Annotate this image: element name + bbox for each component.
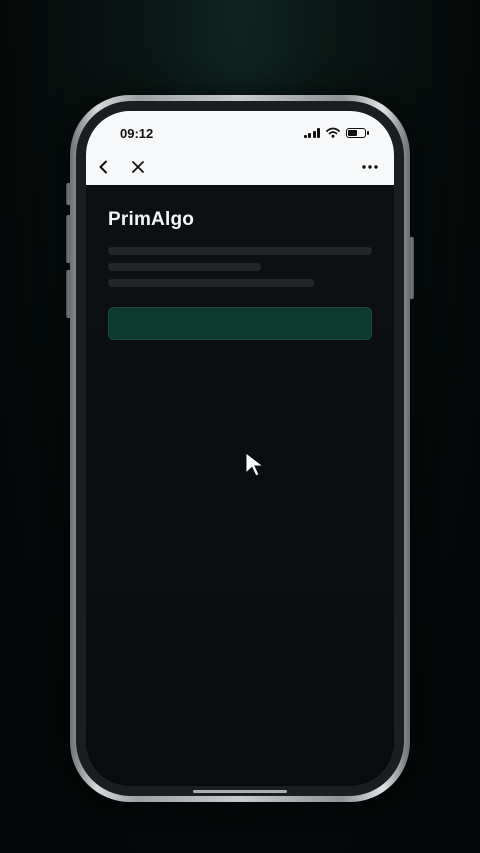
chevron-left-icon — [99, 160, 107, 174]
battery-level — [348, 129, 357, 136]
skeleton-line — [108, 279, 314, 287]
more-horizontal-icon — [362, 165, 378, 169]
page-content: PrimAlgo — [86, 185, 394, 786]
stage: 09:12 PrimAlgo — [0, 0, 480, 853]
cellular-signal-icon — [303, 127, 320, 138]
browser-nav — [86, 155, 394, 183]
browser-header: 09:12 — [86, 111, 394, 185]
skeleton-line — [108, 263, 261, 271]
phone-frame: 09:12 PrimAlgo — [70, 95, 410, 802]
wifi-icon — [326, 127, 340, 138]
close-button[interactable] — [126, 155, 150, 179]
home-indicator — [193, 790, 287, 793]
back-button[interactable] — [92, 155, 116, 179]
status-time: 09:12 — [120, 126, 154, 141]
phone-screen: 09:12 PrimAlgo — [86, 111, 394, 786]
status-icons — [303, 127, 369, 138]
close-icon — [132, 161, 144, 173]
skeleton-line — [108, 247, 372, 255]
more-options-button[interactable] — [358, 155, 382, 179]
primary-action-button[interactable] — [108, 307, 372, 340]
mouse-cursor-icon — [245, 451, 265, 477]
battery-icon — [346, 127, 369, 138]
page-title: PrimAlgo — [108, 209, 195, 230]
